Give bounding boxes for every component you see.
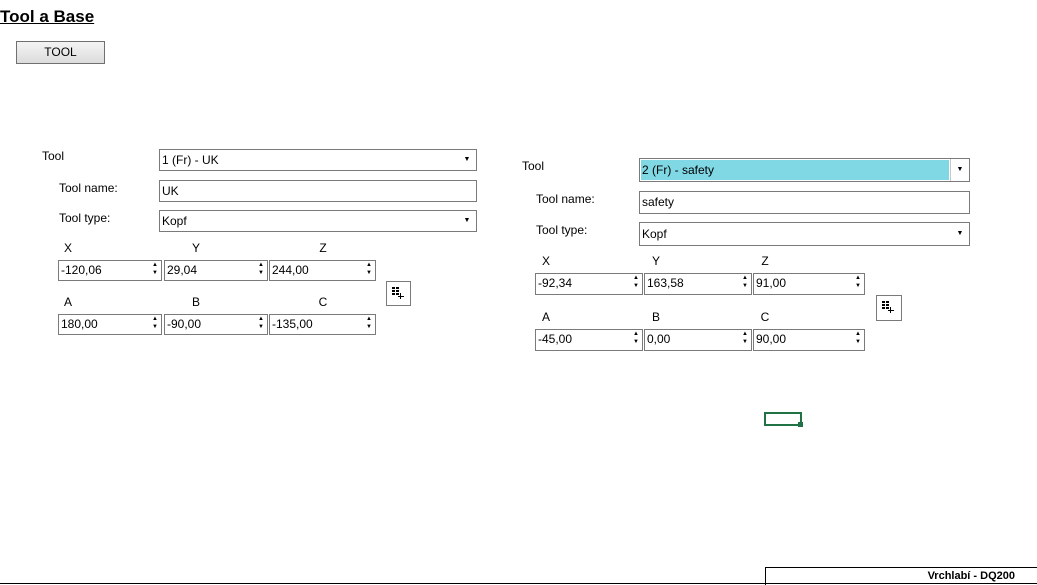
spin-arrows-icon[interactable]: ▲ ▼	[363, 315, 375, 334]
tool-name-label: Tool name:	[59, 181, 118, 195]
grid-add-button[interactable]	[386, 281, 411, 306]
x-value: -120,06	[61, 263, 102, 277]
spin-arrows-icon[interactable]: ▲ ▼	[149, 261, 161, 280]
axis-z-label: Z	[761, 254, 769, 268]
x-stepper[interactable]: -92,34 ▲ ▼	[535, 273, 643, 295]
tool-type-value: Kopf	[162, 214, 187, 228]
chevron-down-icon[interactable]: ▼	[950, 159, 969, 181]
z-stepper[interactable]: 91,00 ▲ ▼	[753, 273, 865, 295]
tool-name-label: Tool name:	[536, 192, 595, 206]
a-value: 180,00	[61, 317, 98, 331]
spin-arrows-icon[interactable]: ▲ ▼	[255, 261, 267, 280]
tool-type-select[interactable]: Kopf ▼	[159, 210, 477, 232]
grid-add-button[interactable]	[876, 295, 902, 321]
tool-type-label: Tool type:	[536, 223, 588, 237]
axis-a-label: A	[541, 310, 550, 324]
tool-type-label: Tool type:	[59, 211, 111, 225]
b-value: -90,00	[167, 317, 202, 331]
tool-button[interactable]: TOOL	[16, 41, 105, 64]
y-stepper[interactable]: 29,04 ▲ ▼	[164, 260, 268, 281]
axis-a-label: A	[63, 295, 72, 309]
footer-label: Vrchlabí - DQ200	[765, 567, 1037, 585]
spin-arrows-icon[interactable]: ▲ ▼	[739, 330, 751, 350]
a-stepper[interactable]: 180,00 ▲ ▼	[58, 314, 162, 335]
spin-arrows-icon[interactable]: ▲ ▼	[149, 315, 161, 334]
tool-select[interactable]: 2 (Fr) - safety ▼	[639, 158, 970, 182]
spin-arrows-icon[interactable]: ▲ ▼	[852, 330, 864, 350]
chevron-down-icon[interactable]: ▼	[951, 223, 969, 245]
axis-b-label: B	[191, 295, 200, 309]
chevron-down-icon[interactable]: ▼	[458, 150, 476, 170]
spin-arrows-icon[interactable]: ▲ ▼	[363, 261, 375, 280]
tool-select-value: 1 (Fr) - UK	[162, 153, 219, 167]
spin-arrows-icon[interactable]: ▲ ▼	[630, 274, 642, 294]
c-stepper[interactable]: 90,00 ▲ ▼	[753, 329, 865, 351]
spin-arrows-icon[interactable]: ▲ ▼	[630, 330, 642, 350]
axis-x-label: X	[63, 241, 72, 255]
y-value: 29,04	[167, 263, 198, 277]
b-stepper[interactable]: -90,00 ▲ ▼	[164, 314, 268, 335]
spin-arrows-icon[interactable]: ▲ ▼	[739, 274, 751, 294]
spin-arrows-icon[interactable]: ▲ ▼	[852, 274, 864, 294]
z-value: 91,00	[756, 276, 787, 290]
tool-name-input[interactable]: UK	[159, 180, 477, 202]
chevron-down-icon[interactable]: ▼	[458, 211, 476, 231]
b-stepper[interactable]: 0,00 ▲ ▼	[644, 329, 752, 351]
c-value: -135,00	[272, 317, 313, 331]
axis-c-label: C	[760, 310, 770, 324]
tool-name-input[interactable]: safety	[639, 191, 970, 214]
axis-x-label: X	[541, 254, 550, 268]
tool-label: Tool	[522, 159, 545, 173]
tool-type-select[interactable]: Kopf ▼	[639, 222, 970, 246]
z-value: 244,00	[272, 263, 309, 277]
a-stepper[interactable]: -45,00 ▲ ▼	[535, 329, 643, 351]
x-stepper[interactable]: -120,06 ▲ ▼	[58, 260, 162, 281]
tool-select-value: 2 (Fr) - safety	[642, 163, 715, 177]
c-value: 90,00	[756, 332, 787, 346]
page-title: Tool a Base	[0, 7, 95, 26]
tool-type-value: Kopf	[642, 227, 667, 241]
z-stepper[interactable]: 244,00 ▲ ▼	[269, 260, 376, 281]
a-value: -45,00	[538, 332, 573, 346]
tool-select[interactable]: 1 (Fr) - UK ▼	[159, 149, 477, 171]
grid-add-icon	[882, 301, 894, 313]
c-stepper[interactable]: -135,00 ▲ ▼	[269, 314, 376, 335]
grid-add-icon	[392, 287, 404, 299]
axis-b-label: B	[651, 310, 660, 324]
axis-c-label: C	[318, 295, 328, 309]
y-stepper[interactable]: 163,58 ▲ ▼	[644, 273, 752, 295]
active-cell-selection[interactable]	[764, 412, 802, 426]
spin-arrows-icon[interactable]: ▲ ▼	[255, 315, 267, 334]
fill-handle[interactable]	[798, 422, 803, 427]
axis-y-label: Y	[191, 241, 200, 255]
axis-z-label: Z	[319, 241, 327, 255]
axis-y-label: Y	[651, 254, 660, 268]
x-value: -92,34	[538, 276, 573, 290]
tool-label: Tool	[42, 149, 65, 163]
y-value: 163,58	[647, 276, 684, 290]
b-value: 0,00	[647, 332, 671, 346]
